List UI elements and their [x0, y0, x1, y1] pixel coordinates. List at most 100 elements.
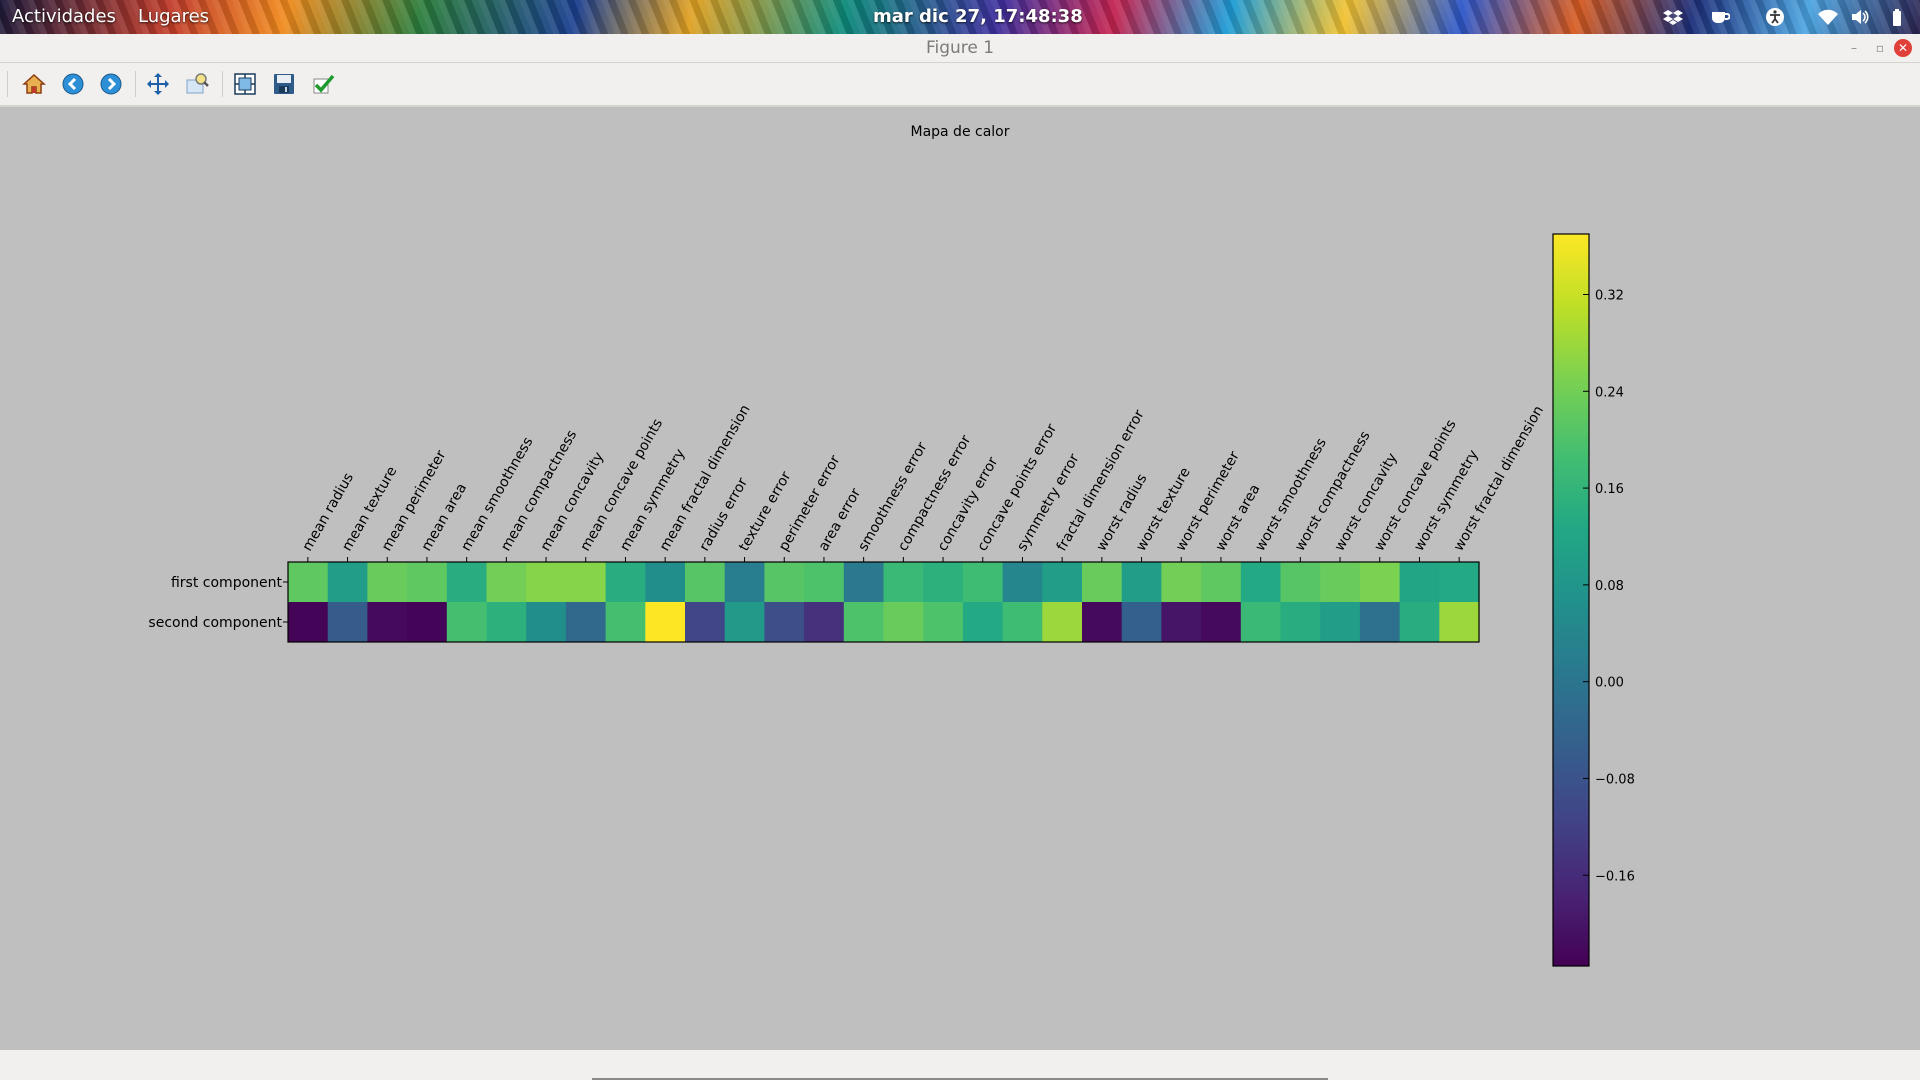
save-button[interactable]	[270, 71, 298, 97]
accessibility-icon[interactable]	[1765, 7, 1785, 27]
places-menu[interactable]: Lugares	[138, 0, 209, 34]
heatmap-cell	[1399, 562, 1440, 602]
heatmap-cell	[288, 602, 329, 642]
heatmap-cell	[1359, 602, 1401, 642]
heatmap-cell	[526, 602, 567, 642]
back-button[interactable]	[59, 71, 87, 97]
dropbox-icon[interactable]	[1663, 7, 1683, 27]
toolbar-separator	[222, 71, 223, 97]
window-title: Figure 1	[925, 38, 995, 58]
heatmap-cell	[764, 602, 805, 642]
column-label: smoothness error	[855, 439, 930, 554]
row-label: second component	[148, 615, 282, 631]
heatmap-cell	[962, 602, 1004, 642]
forward-icon	[100, 73, 122, 95]
colorbar-tick-label: 0.00	[1595, 676, 1624, 691]
activities-button[interactable]: Actividades	[12, 0, 116, 34]
heatmap-cell	[446, 562, 488, 602]
battery-icon[interactable]	[1887, 7, 1907, 27]
heatmap-chart: Mapa de calor first component second comp…	[148, 124, 1635, 967]
volume-icon[interactable]	[1850, 7, 1870, 27]
heatmap-cell	[843, 602, 885, 642]
heatmap-cell	[605, 602, 646, 642]
heatmap-cell	[645, 562, 686, 602]
heatmap-cell	[407, 562, 448, 602]
heatmap-cell	[843, 562, 885, 602]
heatmap-cell	[486, 562, 527, 602]
heatmap-cell	[923, 562, 964, 602]
heatmap-cell	[1439, 562, 1480, 602]
clock[interactable]: mar dic 27, 17:48:38	[873, 0, 1083, 34]
window-titlebar[interactable]: Figure 1 – ▫ ✕	[0, 34, 1920, 63]
configure-subplots-button[interactable]	[231, 71, 259, 97]
heatmap-cell	[1002, 602, 1043, 642]
close-button[interactable]: ✕	[1894, 39, 1912, 57]
pan-icon	[147, 73, 169, 95]
heatmap-cell	[1042, 562, 1083, 602]
heatmap-cell	[1042, 602, 1083, 642]
wifi-icon[interactable]	[1818, 7, 1838, 27]
heatmap-cell	[1002, 562, 1043, 602]
heatmap-cell	[724, 562, 765, 602]
column-label: mean compactness	[498, 428, 580, 554]
heatmap-cell	[565, 602, 607, 642]
heatmap-cell	[327, 562, 368, 602]
heatmap-cell	[1280, 602, 1321, 642]
matplotlib-toolbar	[0, 63, 1920, 107]
heatmap-cell	[565, 562, 607, 602]
status-bar	[0, 1050, 1920, 1080]
heatmap-cell	[883, 602, 924, 642]
forward-button[interactable]	[97, 71, 125, 97]
heatmap-cell	[1161, 602, 1202, 642]
toolbar-separator	[135, 71, 136, 97]
colorbar	[1552, 233, 1590, 967]
heatmap-cell	[1201, 602, 1242, 642]
colorbar-tick-label: 0.24	[1595, 385, 1624, 400]
minimize-button[interactable]: –	[1845, 39, 1863, 57]
home-icon	[22, 73, 46, 94]
colorbar-tick-label: 0.08	[1595, 579, 1624, 594]
heatmap-cell	[288, 562, 329, 602]
save-icon	[274, 74, 294, 94]
heatmap-cell	[883, 562, 924, 602]
heatmap-cell	[923, 602, 964, 642]
heatmap-cell	[1399, 602, 1440, 642]
coffee-cup-icon[interactable]	[1710, 7, 1730, 27]
chart-title: Mapa de calor	[910, 124, 1009, 140]
column-label: compactness error	[895, 432, 974, 554]
heatmap-cell	[367, 562, 408, 602]
heatmap-cell	[486, 602, 527, 642]
heatmap-cell	[1320, 602, 1361, 642]
restore-button[interactable]: ▫	[1871, 39, 1889, 57]
zoom-button[interactable]	[183, 71, 211, 97]
edit-axis-icon	[313, 74, 335, 94]
column-label: worst compactness	[1292, 429, 1374, 554]
heatmap-cell	[1121, 562, 1162, 602]
heatmap-cell	[724, 602, 765, 642]
heatmap-cell	[764, 562, 805, 602]
colorbar-tick-label: 0.16	[1595, 482, 1624, 497]
heatmap-cell	[1121, 602, 1162, 642]
heatmap-cell	[605, 562, 646, 602]
column-label: mean smoothness	[458, 435, 536, 554]
heatmap-cell	[962, 562, 1004, 602]
heatmap-cell	[804, 562, 845, 602]
home-button[interactable]	[20, 71, 48, 97]
heatmap-cell	[1161, 562, 1202, 602]
row-label: first component	[171, 575, 283, 591]
figure-canvas[interactable]: Mapa de calor first component second comp…	[0, 107, 1920, 1050]
heatmap-cell	[1320, 562, 1361, 602]
heatmap-cell	[1082, 562, 1123, 602]
top-bar: Actividades Lugares mar dic 27, 17:48:38	[0, 0, 1920, 34]
zoom-icon	[186, 73, 209, 94]
heatmap-cell	[645, 602, 686, 642]
colorbar-tick-label: −0.08	[1595, 772, 1635, 787]
edit-axis-button[interactable]	[309, 71, 337, 97]
heatmap-cell	[804, 602, 845, 642]
colorbar-tick-label: −0.16	[1595, 869, 1635, 884]
heatmap-cell	[1280, 562, 1321, 602]
heatmap-cell	[526, 562, 567, 602]
pan-button[interactable]	[144, 71, 172, 97]
heatmap-cell	[1082, 602, 1123, 642]
heatmap-cell	[407, 602, 448, 642]
